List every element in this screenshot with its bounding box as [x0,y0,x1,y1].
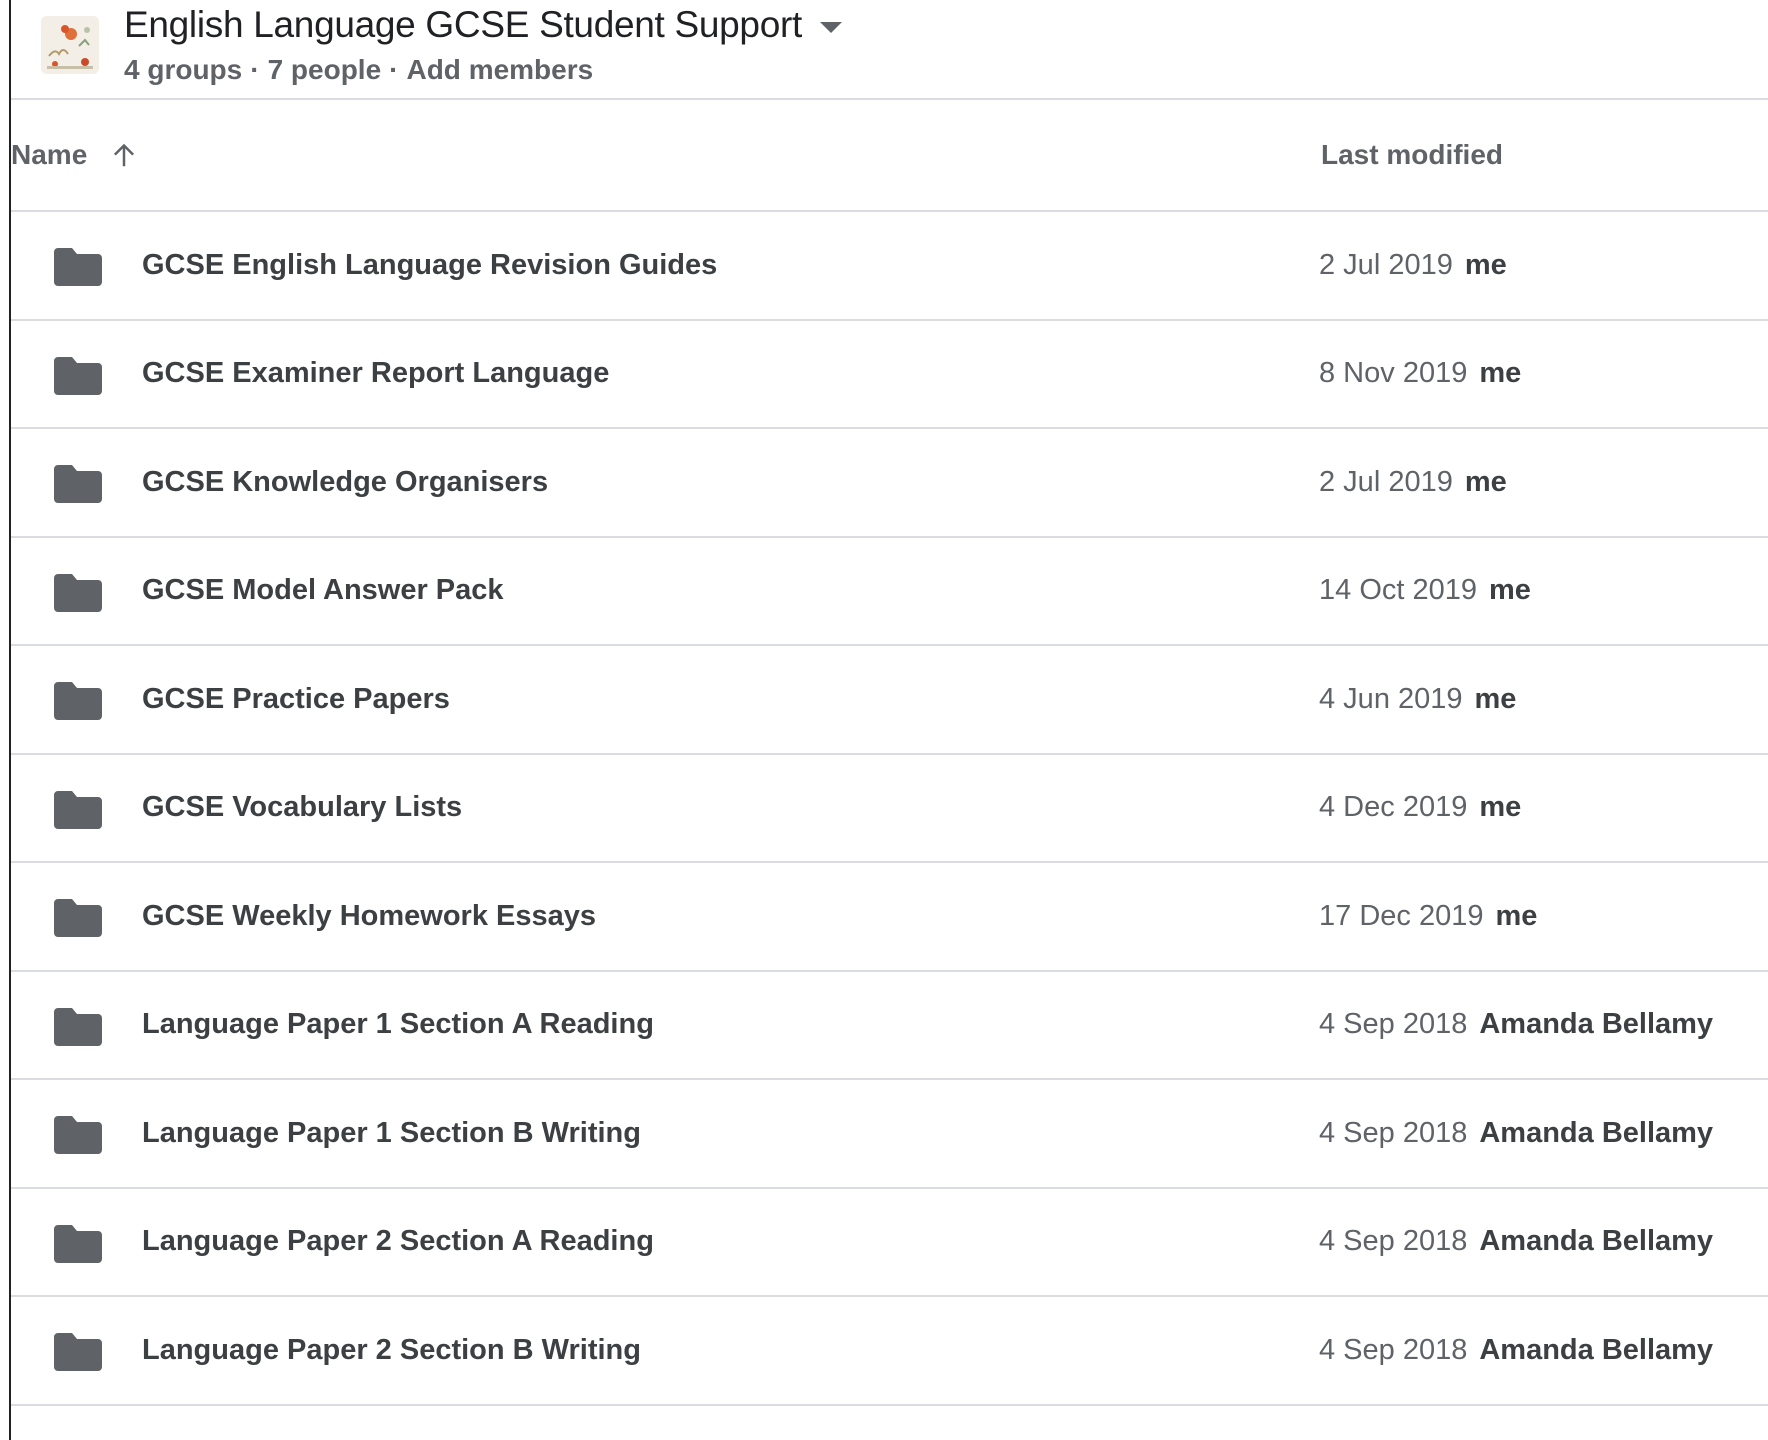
file-list: GCSE English Language Revision Guides 2 J… [11,212,1768,1406]
modified-by: me [1464,465,1507,498]
folder-name[interactable]: GCSE Model Answer Pack [142,538,504,644]
table-row[interactable]: Language Paper 2 Section B Writing 4 Sep … [11,1297,1768,1406]
drive-title[interactable]: English Language GCSE Student Support [124,4,802,46]
shared-drive-thumbnail-icon[interactable] [41,16,99,74]
name-column-header[interactable]: Name [11,100,139,210]
folder-icon [54,1007,102,1046]
folder-icon [54,356,102,395]
folder-icon [54,1333,102,1371]
modified-date: 4 Jun 2019 [1319,682,1463,715]
modified-date: 4 Sep 2018 [1319,1225,1468,1257]
modified-by: me [1464,248,1507,281]
modified-date: 4 Sep 2018 [1319,1116,1468,1149]
folder-name[interactable]: GCSE Knowledge Organisers [142,429,548,535]
separator: · [389,54,399,85]
shared-drive-header: English Language GCSE Student Support 4 … [11,0,1768,100]
last-modified-cell: 2 Jul 2019 me [1319,212,1507,318]
last-modified-cell: 4 Sep 2018 Amanda Bellamy [1319,1189,1713,1295]
folder-name[interactable]: GCSE Practice Papers [142,646,450,752]
table-row[interactable]: GCSE Weekly Homework Essays 17 Dec 2019 me [11,863,1768,972]
modified-date: 2 Jul 2019 [1319,465,1453,498]
last-modified-cell: 4 Dec 2019 me [1319,755,1521,861]
modified-by: Amanda Bellamy [1479,1225,1714,1257]
drive-members-summary: 4 groups · 7 people · Add members [124,50,593,90]
folder-icon [54,682,102,720]
last-modified-cell: 4 Sep 2018 Amanda Bellamy [1319,1297,1713,1403]
folder-name[interactable]: GCSE English Language Revision Guides [142,212,717,318]
modified-by: me [1479,357,1522,389]
folder-name[interactable]: GCSE Weekly Homework Essays [142,863,596,969]
table-row[interactable]: GCSE Model Answer Pack 14 Oct 2019 me [11,538,1768,646]
table-row[interactable]: GCSE English Language Revision Guides 2 J… [11,212,1768,321]
folder-name[interactable]: Language Paper 1 Section A Reading [142,972,654,1078]
last-modified-cell: 8 Nov 2019 me [1319,321,1521,427]
folder-icon [54,1224,102,1263]
groups-count[interactable]: 4 groups [124,54,242,86]
modified-date: 8 Nov 2019 [1319,357,1468,389]
folder-name[interactable]: GCSE Examiner Report Language [142,321,609,427]
table-row[interactable]: GCSE Vocabulary Lists 4 Dec 2019 me [11,755,1768,863]
folder-name[interactable]: Language Paper 1 Section B Writing [142,1080,641,1186]
dropdown-caret-icon[interactable] [820,21,842,33]
add-members-link[interactable]: Add members [406,54,593,86]
separator: · [250,54,260,85]
last-modified-column-label: Last modified [1321,139,1504,170]
modified-date: 4 Sep 2018 [1319,1333,1468,1366]
name-column-label: Name [11,139,88,170]
table-row[interactable]: GCSE Examiner Report Language 8 Nov 2019 m… [11,321,1768,429]
people-count[interactable]: 7 people [268,54,382,86]
folder-icon [54,465,102,503]
folder-icon [54,248,102,286]
last-modified-column-header[interactable]: Last modified [1321,100,1503,210]
table-row[interactable]: GCSE Knowledge Organisers 2 Jul 2019 me [11,429,1768,538]
modified-date: 4 Sep 2018 [1319,1008,1468,1040]
table-row[interactable]: GCSE Practice Papers 4 Jun 2019 me [11,646,1768,755]
last-modified-cell: 4 Sep 2018 Amanda Bellamy [1319,972,1713,1078]
drive-title-row: English Language GCSE Student Support [124,0,842,50]
folder-name[interactable]: Language Paper 2 Section A Reading [142,1189,654,1295]
table-row[interactable]: Language Paper 1 Section B Writing 4 Sep … [11,1080,1768,1189]
modified-by: me [1489,574,1531,606]
modified-by: Amanda Bellamy [1479,1116,1714,1149]
drive-window: English Language GCSE Student Support 4 … [0,0,1768,1440]
modified-date: 4 Dec 2019 [1319,791,1468,823]
table-row[interactable]: Language Paper 2 Section A Reading 4 Sep … [11,1189,1768,1297]
modified-by: me [1474,682,1517,715]
folder-icon [54,1116,102,1154]
modified-by: me [1479,791,1522,823]
last-modified-cell: 14 Oct 2019 me [1319,538,1531,644]
last-modified-cell: 4 Sep 2018 Amanda Bellamy [1319,1080,1713,1186]
last-modified-cell: 17 Dec 2019 me [1319,863,1537,969]
folder-icon [54,790,102,829]
modified-by: Amanda Bellamy [1479,1333,1714,1366]
file-list-header: Name Last modified [11,100,1768,212]
folder-icon [54,899,102,937]
modified-date: 17 Dec 2019 [1319,899,1484,932]
folder-name[interactable]: Language Paper 2 Section B Writing [142,1297,641,1403]
modified-by: me [1495,899,1538,932]
modified-by: Amanda Bellamy [1479,1008,1714,1040]
modified-date: 2 Jul 2019 [1319,248,1453,281]
table-row[interactable]: Language Paper 1 Section A Reading 4 Sep … [11,972,1768,1080]
arrow-up-icon[interactable] [109,140,139,170]
folder-icon [54,573,102,612]
modified-date: 14 Oct 2019 [1319,574,1477,606]
folder-name[interactable]: GCSE Vocabulary Lists [142,755,462,861]
last-modified-cell: 4 Jun 2019 me [1319,646,1516,752]
last-modified-cell: 2 Jul 2019 me [1319,429,1507,535]
